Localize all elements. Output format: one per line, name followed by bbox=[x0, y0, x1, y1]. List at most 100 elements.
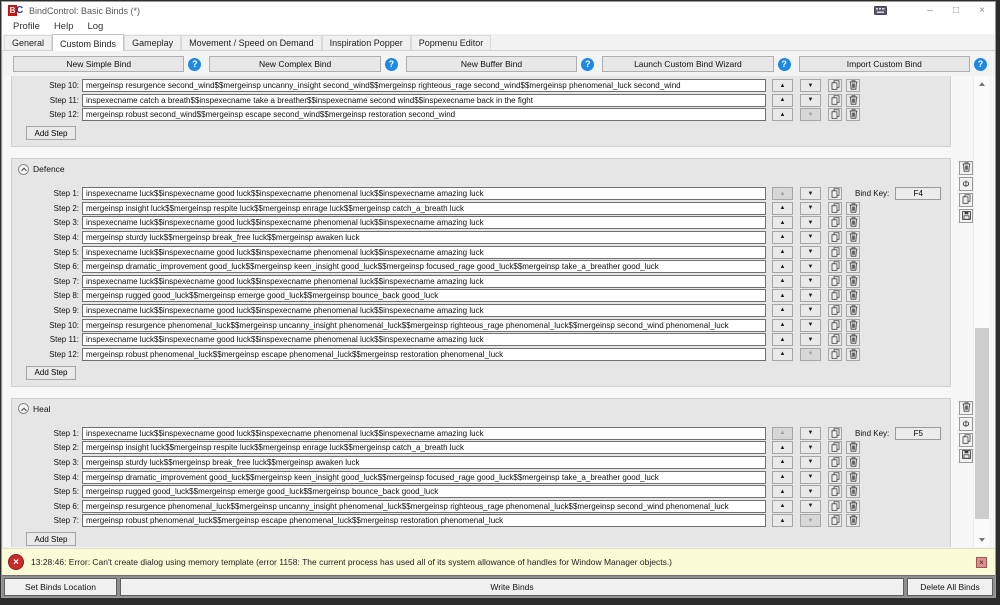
copy-step-button[interactable] bbox=[828, 471, 842, 484]
move-step-up-button[interactable]: ▲ bbox=[772, 485, 793, 498]
delete-step-button[interactable] bbox=[846, 471, 860, 484]
move-step-down-button[interactable]: ▼ bbox=[800, 79, 821, 92]
step-input[interactable] bbox=[82, 202, 766, 215]
launch-custom-bind-wizard-button[interactable]: Launch Custom Bind Wizard bbox=[602, 56, 773, 72]
new-buffer-bind-button[interactable]: New Buffer Bind bbox=[406, 56, 577, 72]
delete-step-button[interactable] bbox=[846, 500, 860, 513]
copy-step-button[interactable] bbox=[828, 333, 842, 346]
menu-help[interactable]: Help bbox=[47, 21, 81, 32]
move-step-up-button[interactable]: ▲ bbox=[772, 289, 793, 302]
delete-step-button[interactable] bbox=[846, 94, 860, 107]
delete-step-button[interactable] bbox=[846, 79, 860, 92]
delete-step-button[interactable] bbox=[846, 333, 860, 346]
import-custom-bind-button[interactable]: Import Custom Bind bbox=[799, 56, 970, 72]
step-input[interactable] bbox=[82, 500, 766, 513]
delete-step-button[interactable] bbox=[846, 319, 860, 332]
step-input[interactable] bbox=[82, 514, 766, 527]
move-step-up-button[interactable]: ▲ bbox=[772, 319, 793, 332]
step-input[interactable] bbox=[82, 456, 766, 469]
move-step-down-button[interactable]: ▼ bbox=[800, 441, 821, 454]
move-step-down-button[interactable]: ▼ bbox=[800, 471, 821, 484]
delete-step-button[interactable] bbox=[846, 441, 860, 454]
help-icon[interactable]: ? bbox=[188, 58, 201, 71]
copy-step-button[interactable] bbox=[828, 500, 842, 513]
step-input[interactable] bbox=[82, 216, 766, 229]
step-input[interactable] bbox=[82, 441, 766, 454]
delete-step-button[interactable] bbox=[846, 108, 860, 121]
phi-section-button[interactable]: Φ bbox=[959, 177, 973, 191]
copy-step-button[interactable] bbox=[828, 441, 842, 454]
copy-step-button[interactable] bbox=[828, 514, 842, 527]
add-step-button[interactable]: Add Step bbox=[26, 532, 76, 546]
move-step-up-button[interactable]: ▲ bbox=[772, 202, 793, 215]
move-step-down-button[interactable]: ▼ bbox=[800, 231, 821, 244]
delete-step-button[interactable] bbox=[846, 202, 860, 215]
bind-key-field[interactable] bbox=[895, 427, 941, 440]
step-input[interactable] bbox=[82, 275, 766, 288]
vertical-scrollbar[interactable] bbox=[973, 76, 989, 547]
trash-section-button[interactable] bbox=[959, 401, 973, 415]
scrollbar-thumb[interactable] bbox=[975, 328, 989, 519]
delete-step-button[interactable] bbox=[846, 231, 860, 244]
write-binds-button[interactable]: Write Binds bbox=[120, 578, 904, 596]
tab-gameplay[interactable]: Gameplay bbox=[124, 35, 181, 50]
copy-step-button[interactable] bbox=[828, 187, 842, 200]
step-input[interactable] bbox=[82, 289, 766, 302]
copy-step-button[interactable] bbox=[828, 319, 842, 332]
new-complex-bind-button[interactable]: New Complex Bind bbox=[209, 56, 380, 72]
move-step-up-button[interactable]: ▲ bbox=[772, 79, 793, 92]
move-step-down-button[interactable]: ▼ bbox=[800, 260, 821, 273]
copy-step-button[interactable] bbox=[828, 456, 842, 469]
delete-step-button[interactable] bbox=[846, 456, 860, 469]
move-step-down-button[interactable]: ▼ bbox=[800, 500, 821, 513]
move-step-up-button[interactable]: ▲ bbox=[772, 500, 793, 513]
copy-step-button[interactable] bbox=[828, 216, 842, 229]
move-step-down-button[interactable]: ▼ bbox=[800, 319, 821, 332]
delete-step-button[interactable] bbox=[846, 260, 860, 273]
delete-step-button[interactable] bbox=[846, 275, 860, 288]
maximize-button[interactable]: □ bbox=[943, 3, 969, 19]
set-binds-location-button[interactable]: Set Binds Location bbox=[4, 578, 117, 596]
step-input[interactable] bbox=[82, 304, 766, 317]
move-step-down-button[interactable]: ▼ bbox=[800, 289, 821, 302]
tab-general[interactable]: General bbox=[4, 35, 52, 50]
step-input[interactable] bbox=[82, 231, 766, 244]
move-step-up-button[interactable]: ▲ bbox=[772, 275, 793, 288]
phi-section-button[interactable]: Φ bbox=[959, 417, 973, 431]
menu-profile[interactable]: Profile bbox=[6, 21, 47, 32]
move-step-up-button[interactable]: ▲ bbox=[772, 456, 793, 469]
step-input[interactable] bbox=[82, 348, 766, 361]
copy-step-button[interactable] bbox=[828, 485, 842, 498]
step-input[interactable] bbox=[82, 108, 766, 121]
help-icon[interactable]: ? bbox=[385, 58, 398, 71]
save-section-button[interactable] bbox=[959, 209, 973, 223]
step-input[interactable] bbox=[82, 94, 766, 107]
step-input[interactable] bbox=[82, 246, 766, 259]
move-step-down-button[interactable]: ▼ bbox=[800, 485, 821, 498]
move-step-down-button[interactable]: ▼ bbox=[800, 187, 821, 200]
move-step-up-button[interactable]: ▲ bbox=[772, 348, 793, 361]
move-step-up-button[interactable]: ▲ bbox=[772, 304, 793, 317]
trash-section-button[interactable] bbox=[959, 161, 973, 175]
step-input[interactable] bbox=[82, 485, 766, 498]
move-step-down-button[interactable]: ▼ bbox=[800, 94, 821, 107]
copy-step-button[interactable] bbox=[828, 246, 842, 259]
copy-step-button[interactable] bbox=[828, 202, 842, 215]
tab-popmenu-editor[interactable]: Popmenu Editor bbox=[411, 35, 492, 50]
menu-log[interactable]: Log bbox=[80, 21, 110, 32]
step-input[interactable] bbox=[82, 319, 766, 332]
delete-step-button[interactable] bbox=[846, 216, 860, 229]
copy-step-button[interactable] bbox=[828, 94, 842, 107]
step-input[interactable] bbox=[82, 79, 766, 92]
move-step-down-button[interactable]: ▼ bbox=[800, 304, 821, 317]
new-simple-bind-button[interactable]: New Simple Bind bbox=[13, 56, 184, 72]
move-step-down-button[interactable]: ▼ bbox=[800, 333, 821, 346]
step-input[interactable] bbox=[82, 471, 766, 484]
scroll-down-icon[interactable] bbox=[974, 532, 990, 547]
move-step-down-button[interactable]: ▼ bbox=[800, 216, 821, 229]
move-step-down-button[interactable]: ▼ bbox=[800, 427, 821, 440]
move-step-up-button[interactable]: ▲ bbox=[772, 216, 793, 229]
copy-step-button[interactable] bbox=[828, 275, 842, 288]
copy-step-button[interactable] bbox=[828, 304, 842, 317]
delete-step-button[interactable] bbox=[846, 514, 860, 527]
